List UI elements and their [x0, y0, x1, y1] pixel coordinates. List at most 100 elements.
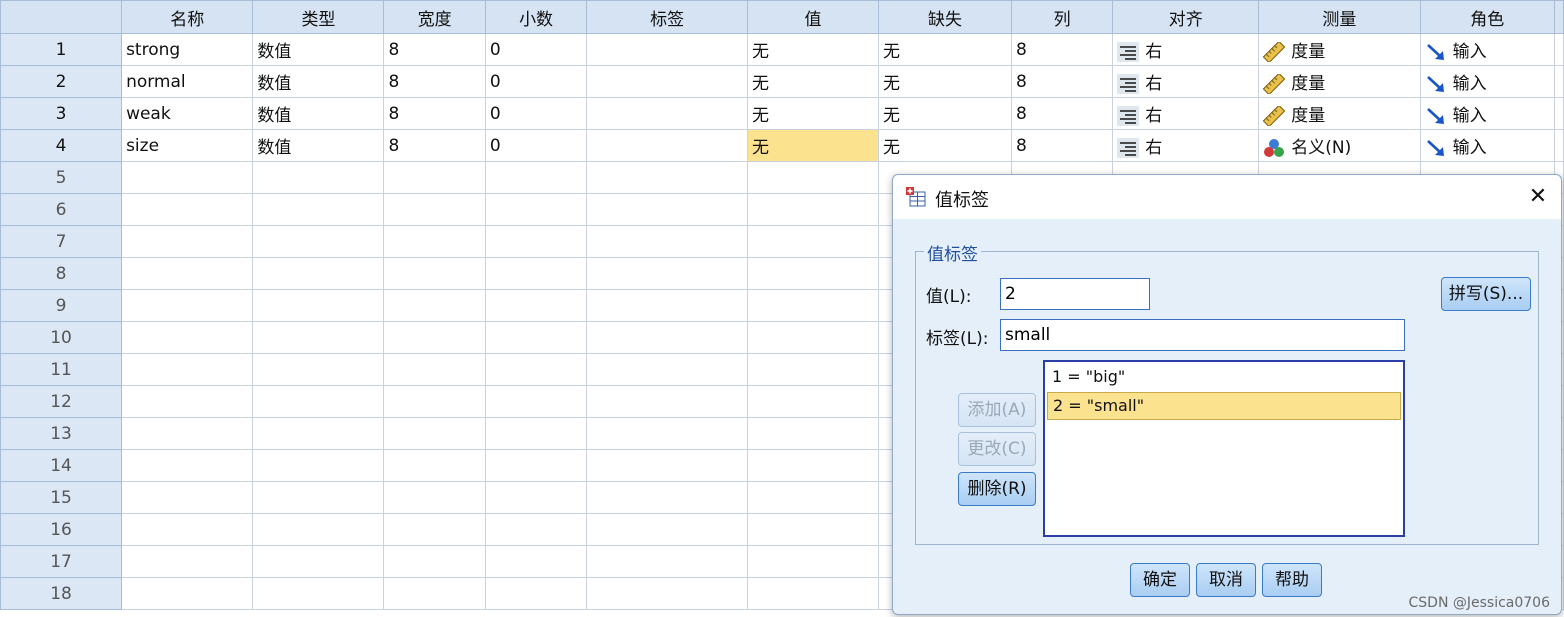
- empty-cell[interactable]: [586, 257, 749, 290]
- list-item[interactable]: 2 = "small": [1047, 392, 1401, 420]
- empty-cell[interactable]: [484, 161, 588, 194]
- empty-cell[interactable]: [747, 481, 879, 514]
- empty-cell[interactable]: [747, 449, 879, 482]
- cell-decimals[interactable]: 0: [484, 129, 588, 162]
- empty-cell[interactable]: [586, 417, 749, 450]
- cell-width[interactable]: 8: [383, 65, 486, 98]
- column-header[interactable]: 标签: [586, 0, 749, 34]
- empty-cell[interactable]: [484, 353, 588, 386]
- empty-cell[interactable]: [383, 353, 486, 386]
- cell-label[interactable]: [586, 129, 749, 162]
- empty-cell[interactable]: [121, 449, 254, 482]
- empty-cell[interactable]: [747, 577, 879, 610]
- row-number[interactable]: 3: [0, 97, 123, 130]
- empty-cell[interactable]: [747, 353, 879, 386]
- empty-cell[interactable]: [747, 289, 879, 322]
- empty-cell[interactable]: [747, 545, 879, 578]
- cell-label[interactable]: [586, 97, 749, 130]
- cell-values[interactable]: 无: [747, 129, 879, 162]
- empty-cell[interactable]: [383, 417, 486, 450]
- add-button[interactable]: 添加(A): [958, 393, 1036, 427]
- cell-missing[interactable]: 无: [877, 97, 1013, 130]
- column-header[interactable]: 类型: [252, 0, 385, 34]
- empty-cell[interactable]: [747, 257, 879, 290]
- empty-cell[interactable]: [121, 257, 254, 290]
- cell-label[interactable]: [586, 65, 749, 98]
- row-number[interactable]: 2: [0, 65, 123, 98]
- cell-width[interactable]: 8: [383, 129, 486, 162]
- empty-cell[interactable]: [586, 449, 749, 482]
- empty-cell[interactable]: [252, 481, 385, 514]
- empty-cell[interactable]: [252, 385, 385, 418]
- row-number[interactable]: 7: [0, 225, 123, 258]
- empty-cell[interactable]: [252, 321, 385, 354]
- empty-cell[interactable]: [484, 385, 588, 418]
- cell-missing[interactable]: 无: [877, 129, 1013, 162]
- cell-measure[interactable]: 度量: [1258, 65, 1421, 98]
- row-number[interactable]: 16: [0, 513, 123, 546]
- row-number[interactable]: 8: [0, 257, 123, 290]
- cell-align[interactable]: 右: [1112, 33, 1260, 66]
- column-header[interactable]: 名称: [121, 0, 254, 34]
- column-header[interactable]: 值: [747, 0, 879, 34]
- row-number[interactable]: 15: [0, 481, 123, 514]
- empty-cell[interactable]: [383, 289, 486, 322]
- empty-cell[interactable]: [586, 321, 749, 354]
- empty-cell[interactable]: [121, 289, 254, 322]
- row-number[interactable]: 17: [0, 545, 123, 578]
- empty-cell[interactable]: [383, 385, 486, 418]
- cell-measure[interactable]: 度量: [1258, 33, 1421, 66]
- empty-cell[interactable]: [586, 481, 749, 514]
- row-number[interactable]: 14: [0, 449, 123, 482]
- row-number[interactable]: 11: [0, 353, 123, 386]
- empty-cell[interactable]: [484, 225, 588, 258]
- cell-columns[interactable]: 8: [1010, 65, 1114, 98]
- column-header[interactable]: 角色: [1419, 0, 1556, 34]
- empty-cell[interactable]: [252, 257, 385, 290]
- empty-cell[interactable]: [252, 417, 385, 450]
- empty-cell[interactable]: [121, 225, 254, 258]
- empty-cell[interactable]: [484, 321, 588, 354]
- close-icon[interactable]: ✕: [1523, 182, 1553, 212]
- empty-cell[interactable]: [484, 481, 588, 514]
- empty-cell[interactable]: [484, 257, 588, 290]
- cell-role[interactable]: 输入: [1419, 33, 1556, 66]
- spell-button[interactable]: 拼写(S)...: [1441, 277, 1531, 311]
- empty-cell[interactable]: [484, 417, 588, 450]
- cell-decimals[interactable]: 0: [484, 97, 588, 130]
- empty-cell[interactable]: [747, 161, 879, 194]
- cell-width[interactable]: 8: [383, 97, 486, 130]
- cell-name[interactable]: size: [121, 129, 254, 162]
- row-number[interactable]: 18: [0, 577, 123, 610]
- column-header[interactable]: 小数: [484, 0, 588, 34]
- cell-align[interactable]: 右: [1112, 97, 1260, 130]
- help-button[interactable]: 帮助: [1262, 563, 1322, 597]
- dialog-titlebar[interactable]: 值标签 ✕: [893, 175, 1561, 219]
- empty-cell[interactable]: [252, 353, 385, 386]
- empty-cell[interactable]: [747, 513, 879, 546]
- cell-type[interactable]: 数值: [252, 129, 385, 162]
- column-header[interactable]: 宽度: [383, 0, 486, 34]
- value-labels-list[interactable]: 1 = "big" 2 = "small": [1043, 360, 1405, 537]
- empty-cell[interactable]: [121, 385, 254, 418]
- empty-cell[interactable]: [747, 385, 879, 418]
- row-number[interactable]: 12: [0, 385, 123, 418]
- cell-columns[interactable]: 8: [1010, 129, 1114, 162]
- empty-cell[interactable]: [383, 225, 486, 258]
- empty-cell[interactable]: [252, 225, 385, 258]
- empty-cell[interactable]: [747, 193, 879, 226]
- cell-columns[interactable]: 8: [1010, 97, 1114, 130]
- empty-cell[interactable]: [383, 513, 486, 546]
- empty-cell[interactable]: [252, 161, 385, 194]
- cell-type[interactable]: 数值: [252, 33, 385, 66]
- empty-cell[interactable]: [383, 161, 486, 194]
- empty-cell[interactable]: [586, 513, 749, 546]
- empty-cell[interactable]: [121, 577, 254, 610]
- cell-values[interactable]: 无: [747, 33, 879, 66]
- empty-cell[interactable]: [586, 577, 749, 610]
- cancel-button[interactable]: 取消: [1196, 563, 1256, 597]
- empty-cell[interactable]: [252, 193, 385, 226]
- empty-cell[interactable]: [121, 481, 254, 514]
- empty-cell[interactable]: [747, 225, 879, 258]
- remove-button[interactable]: 删除(R): [958, 472, 1036, 506]
